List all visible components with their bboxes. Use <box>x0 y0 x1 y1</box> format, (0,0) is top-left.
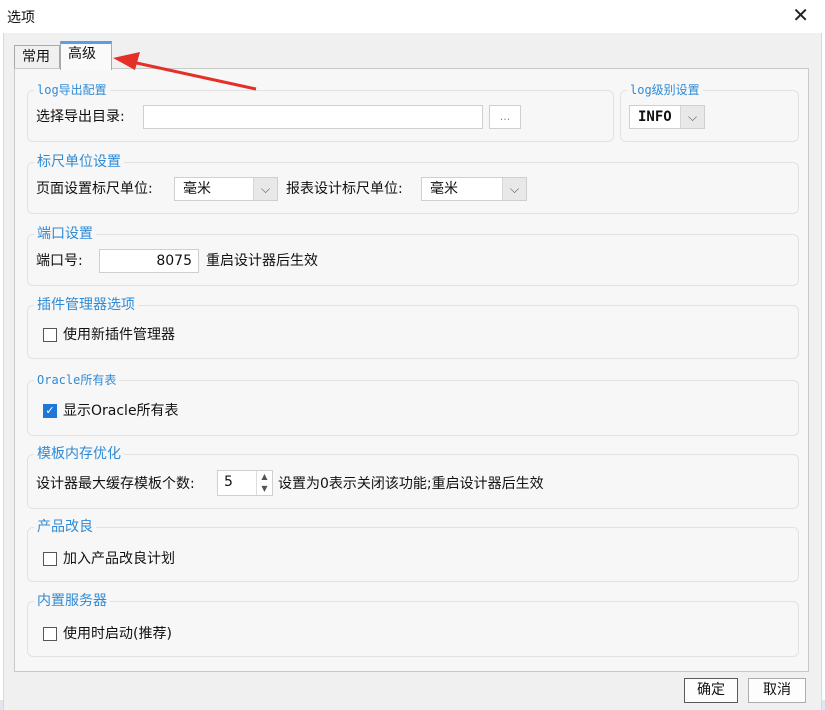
template-cache-group: 模板内存优化 设计器最大缓存模板个数: 5 ▲ ▼ 设置为0表示关闭该功能;重启设… <box>27 446 799 509</box>
plugin-checkbox-label[interactable]: 使用新插件管理器 <box>63 326 175 344</box>
tab-advanced[interactable]: 高级 <box>60 41 112 70</box>
ruler-group: 标尺单位设置 页面设置标尺单位: 毫米 ⌵ 报表设计标尺单位: 毫米 ⌵ <box>27 154 799 214</box>
export-dir-label: 选择导出目录: <box>36 109 125 125</box>
log-level-value: INFO <box>638 109 672 125</box>
template-cache-title: 模板内存优化 <box>34 446 124 462</box>
port-group: 端口设置 端口号: 8075 重启设计器后生效 <box>27 226 799 286</box>
oracle-checkbox-label[interactable]: 显示Oracle所有表 <box>63 402 179 420</box>
server-checkbox-label[interactable]: 使用时启动(推荐) <box>63 625 172 643</box>
oracle-title: Oracle所有表 <box>34 372 120 388</box>
port-label: 端口号: <box>36 253 83 269</box>
report-ruler-select[interactable]: 毫米 ⌵ <box>421 177 527 201</box>
plugin-group: 插件管理器选项 使用新插件管理器 <box>27 297 799 359</box>
page-ruler-select[interactable]: 毫米 ⌵ <box>174 177 278 201</box>
dialog-body: 常用 高级 log导出配置 选择导出目录: ... log级别设置 INFO ⌵… <box>3 33 822 710</box>
template-cache-note: 设置为0表示关闭该功能;重启设计器后生效 <box>278 476 544 492</box>
template-cache-spinner[interactable]: 5 ▲ ▼ <box>217 470 273 496</box>
spinner-arrows-icon[interactable]: ▲ ▼ <box>256 471 272 495</box>
window-title: 选项 <box>7 10 35 26</box>
log-export-group: log导出配置 选择导出目录: ... <box>27 82 614 142</box>
improvement-title: 产品改良 <box>34 519 96 535</box>
log-level-title: log级别设置 <box>627 82 703 98</box>
log-level-select[interactable]: INFO ⌵ <box>629 105 705 129</box>
chevron-down-icon[interactable]: ⌵ <box>680 106 704 128</box>
ok-button[interactable]: 确定 <box>684 678 738 703</box>
page-ruler-value: 毫米 <box>183 181 211 197</box>
title-bar: 选项 ✕ <box>0 0 825 33</box>
template-cache-value: 5 <box>224 474 233 490</box>
chevron-down-icon[interactable]: ⌵ <box>502 178 526 200</box>
ruler-title: 标尺单位设置 <box>34 154 124 170</box>
improvement-checkbox-label[interactable]: 加入产品改良计划 <box>63 550 175 568</box>
export-dir-input[interactable] <box>143 105 483 129</box>
oracle-group: Oracle所有表 ✓ 显示Oracle所有表 <box>27 372 799 436</box>
log-export-title: log导出配置 <box>34 82 110 98</box>
browse-button[interactable]: ... <box>489 105 521 129</box>
close-icon[interactable]: ✕ <box>792 4 809 26</box>
improvement-group: 产品改良 加入产品改良计划 <box>27 519 799 582</box>
server-group: 内置服务器 使用时启动(推荐) <box>27 593 799 657</box>
improvement-checkbox[interactable] <box>43 552 57 566</box>
plugin-checkbox[interactable] <box>43 328 57 342</box>
report-ruler-label: 报表设计标尺单位: <box>286 181 403 197</box>
log-level-group: log级别设置 INFO ⌵ <box>620 82 799 142</box>
plugin-title: 插件管理器选项 <box>34 297 138 313</box>
port-title: 端口设置 <box>34 226 96 242</box>
server-checkbox[interactable] <box>43 627 57 641</box>
template-cache-label: 设计器最大缓存模板个数: <box>36 476 195 492</box>
page-ruler-label: 页面设置标尺单位: <box>36 181 153 197</box>
report-ruler-value: 毫米 <box>430 181 458 197</box>
chevron-down-icon[interactable]: ⌵ <box>253 178 277 200</box>
cancel-button[interactable]: 取消 <box>748 678 806 703</box>
server-title: 内置服务器 <box>34 593 110 609</box>
advanced-panel: log导出配置 选择导出目录: ... log级别设置 INFO ⌵ 标尺单位设… <box>14 68 809 672</box>
port-note: 重启设计器后生效 <box>206 253 318 269</box>
port-input[interactable]: 8075 <box>99 249 199 273</box>
tab-common[interactable]: 常用 <box>14 45 60 69</box>
checkmark-icon[interactable]: ✓ <box>43 404 57 418</box>
